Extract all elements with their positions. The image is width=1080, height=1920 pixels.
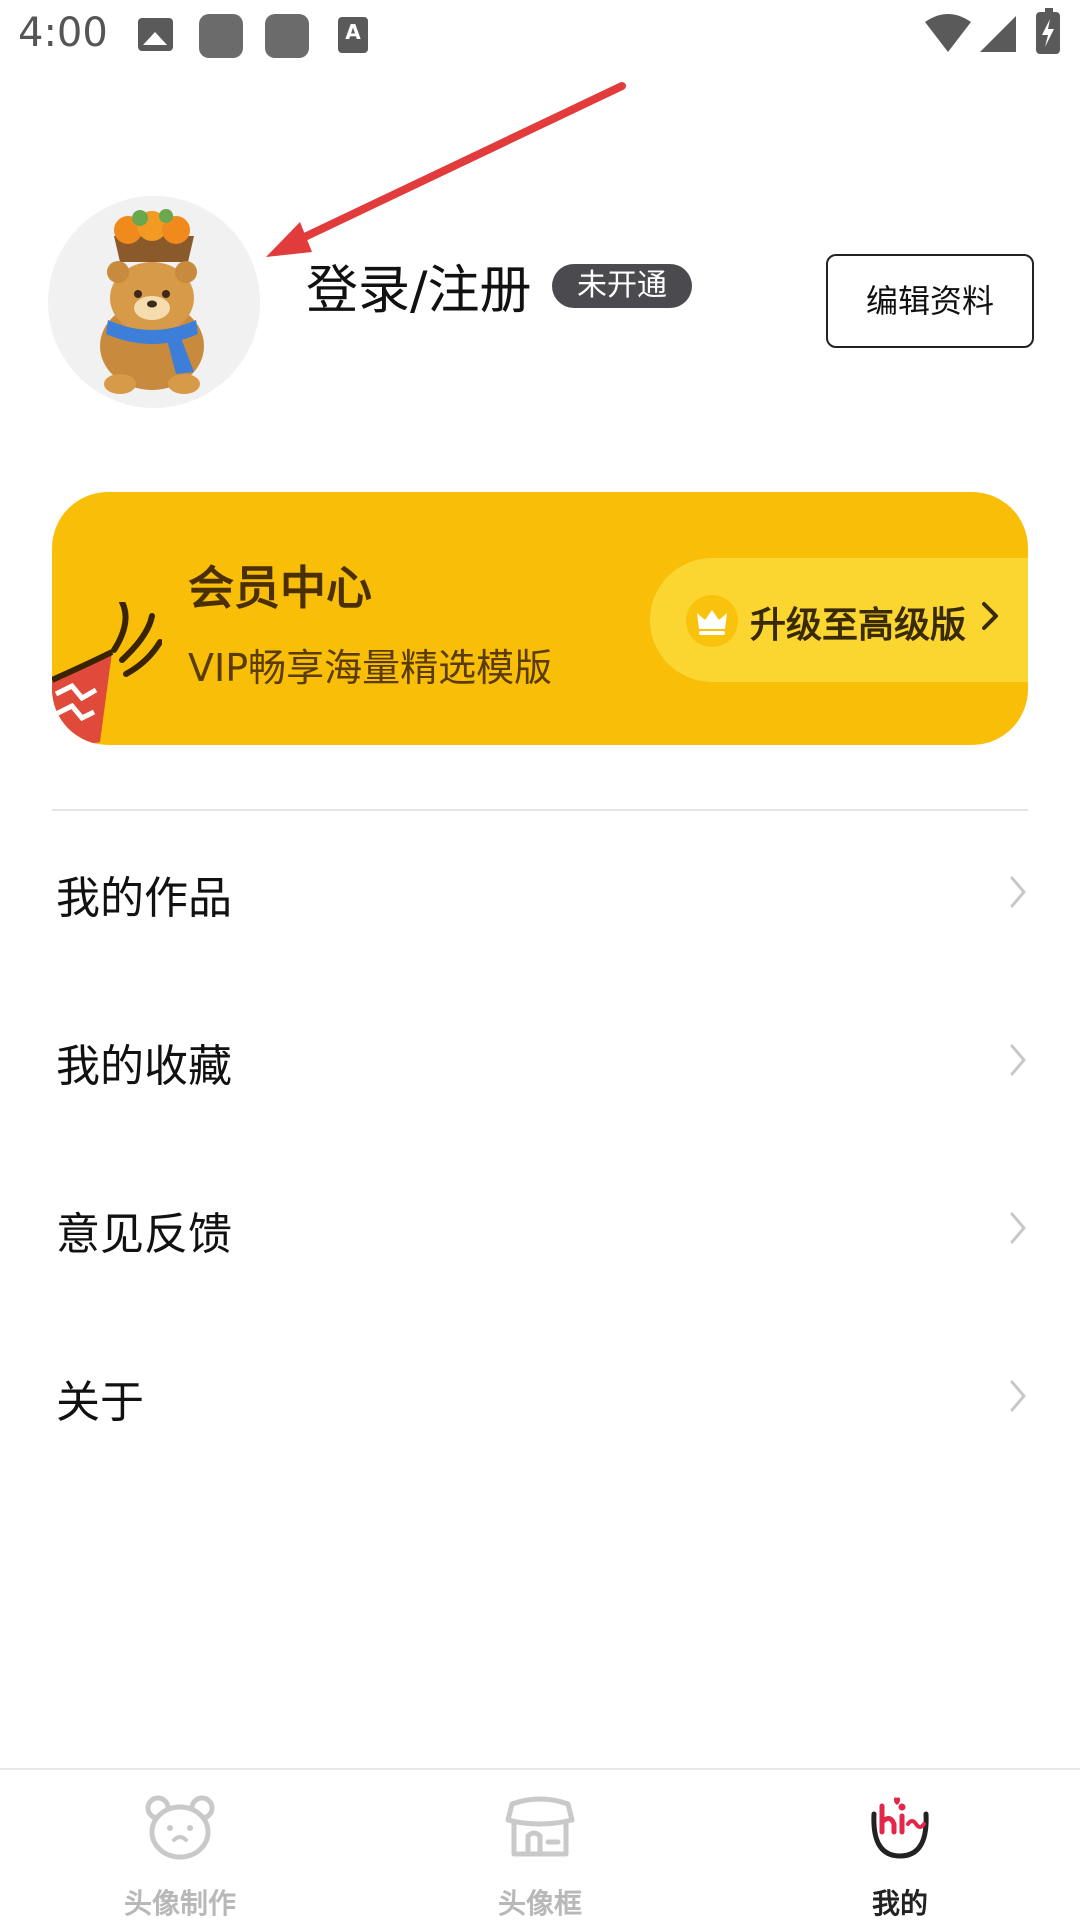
chevron-right-icon (982, 602, 998, 630)
nav-item-avatar-maker[interactable]: 头像制作 (80, 1770, 280, 1920)
signal-icon (980, 16, 1016, 52)
vip-center-card[interactable]: 会员中心 VIP畅享海量精选模版 升级至高级版 (52, 492, 1028, 745)
menu-item-my-favorites[interactable]: 我的收藏 (0, 980, 1080, 1148)
chevron-right-icon (1010, 1380, 1026, 1412)
status-bar: 4:00 A (0, 0, 1080, 76)
menu-item-about[interactable]: 关于 (0, 1316, 1080, 1484)
menu-item-label: 意见反馈 (56, 1209, 232, 1260)
bear-face-icon (145, 1795, 215, 1860)
menu-item-feedback[interactable]: 意见反馈 (0, 1148, 1080, 1316)
avatar[interactable] (48, 196, 260, 408)
chevron-right-icon (1010, 876, 1026, 908)
wifi-icon (925, 14, 971, 52)
chevron-right-icon (1010, 1212, 1026, 1244)
menu-item-my-works[interactable]: 我的作品 (0, 812, 1080, 980)
upgrade-label: 升级至高级版 (750, 605, 967, 646)
nav-label: 头像框 (497, 1887, 582, 1920)
menu-item-label: 我的收藏 (56, 1041, 232, 1092)
status-time: 4:00 (18, 10, 108, 56)
upgrade-button[interactable]: 升级至高级版 (650, 558, 1028, 682)
nav-label: 我的 (871, 1887, 928, 1920)
hi-mine-icon (871, 1797, 929, 1859)
nav-label: 头像制作 (123, 1887, 236, 1920)
profile-screen: 4:00 A 登录/注册 未开通 编辑资料 会员中心 VIP畅享海量精选模版 升… (0, 0, 1080, 1920)
battery-charging-icon (1036, 8, 1060, 54)
crown-icon (686, 595, 738, 647)
image-icon (138, 18, 173, 51)
nav-item-avatar-frame[interactable]: 头像框 (440, 1770, 640, 1920)
edit-profile-button[interactable]: 编辑资料 (826, 254, 1034, 348)
bottom-nav: 头像制作 头像框 我的 (0, 1768, 1080, 1920)
vip-status-badge: 未开通 (552, 264, 692, 308)
party-popper-icon (52, 602, 162, 745)
vip-center-title: 会员中心 (188, 561, 372, 615)
nav-item-mine[interactable]: 我的 (800, 1770, 1000, 1920)
login-register-link[interactable]: 登录/注册 (306, 248, 532, 323)
keyboard-a-icon: A (338, 17, 368, 53)
menu-item-label: 关于 (56, 1377, 144, 1428)
menu-item-label: 我的作品 (56, 873, 232, 924)
bear-avatar-icon (100, 209, 204, 394)
vip-center-subtitle: VIP畅享海量精选模版 (188, 646, 553, 690)
app-icon (265, 14, 309, 58)
store-icon (505, 1796, 575, 1857)
app-icon (199, 14, 243, 58)
divider (52, 809, 1028, 811)
chevron-right-icon (1010, 1044, 1026, 1076)
